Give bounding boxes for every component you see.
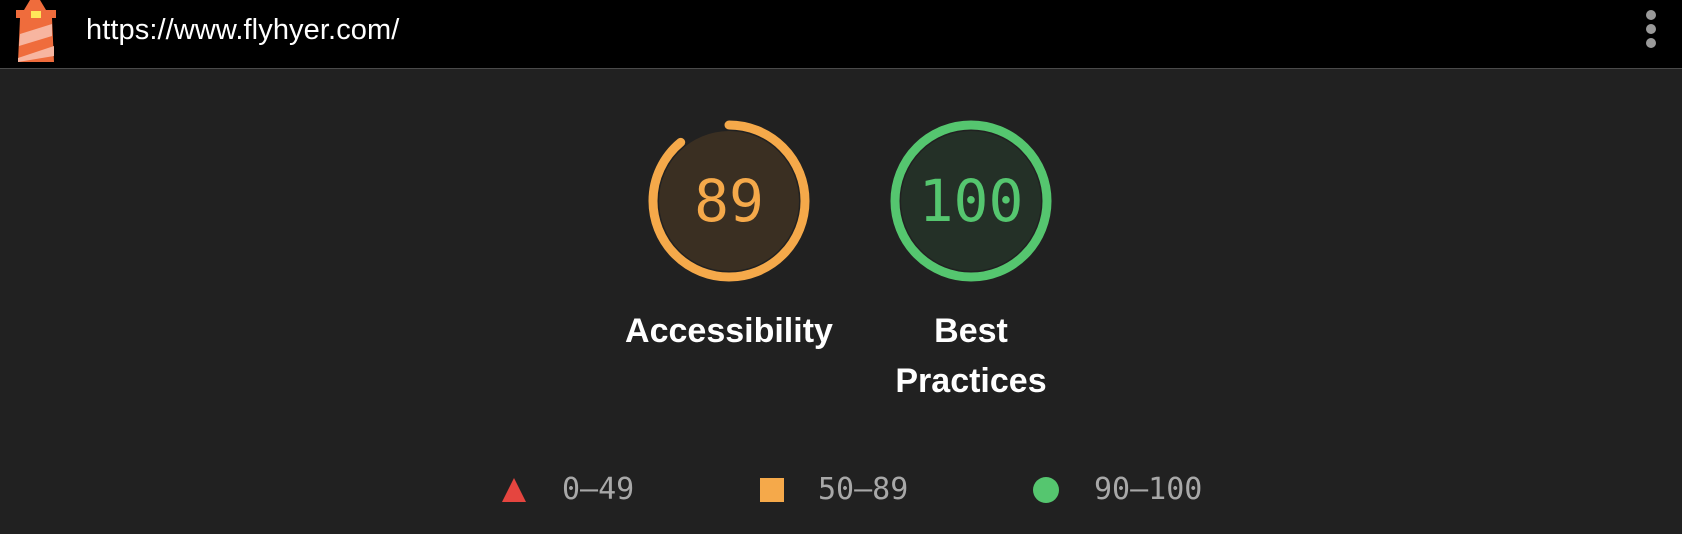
accessibility-label: Accessibility xyxy=(625,312,833,350)
square-icon xyxy=(760,478,784,502)
lighthouse-icon xyxy=(16,0,56,62)
circle-icon xyxy=(1033,477,1059,503)
page-url: https://www.flyhyer.com/ xyxy=(86,14,400,46)
best-practices-score: 100 xyxy=(918,167,1024,235)
more-vertical-icon[interactable] xyxy=(1640,6,1662,52)
legend-range-average: 50–89 xyxy=(818,472,909,507)
accessibility-score: 89 xyxy=(694,167,764,235)
legend-range-pass: 90–100 xyxy=(1094,472,1203,507)
best-practices-label: Best Practices xyxy=(895,312,1047,400)
best-practices-gauge[interactable]: 100 xyxy=(888,118,1054,284)
triangle-icon xyxy=(502,478,526,502)
top-bar: https://www.flyhyer.com/ xyxy=(0,0,1682,69)
accessibility-gauge[interactable]: 89 xyxy=(646,118,812,284)
legend-range-fail: 0–49 xyxy=(562,472,635,507)
